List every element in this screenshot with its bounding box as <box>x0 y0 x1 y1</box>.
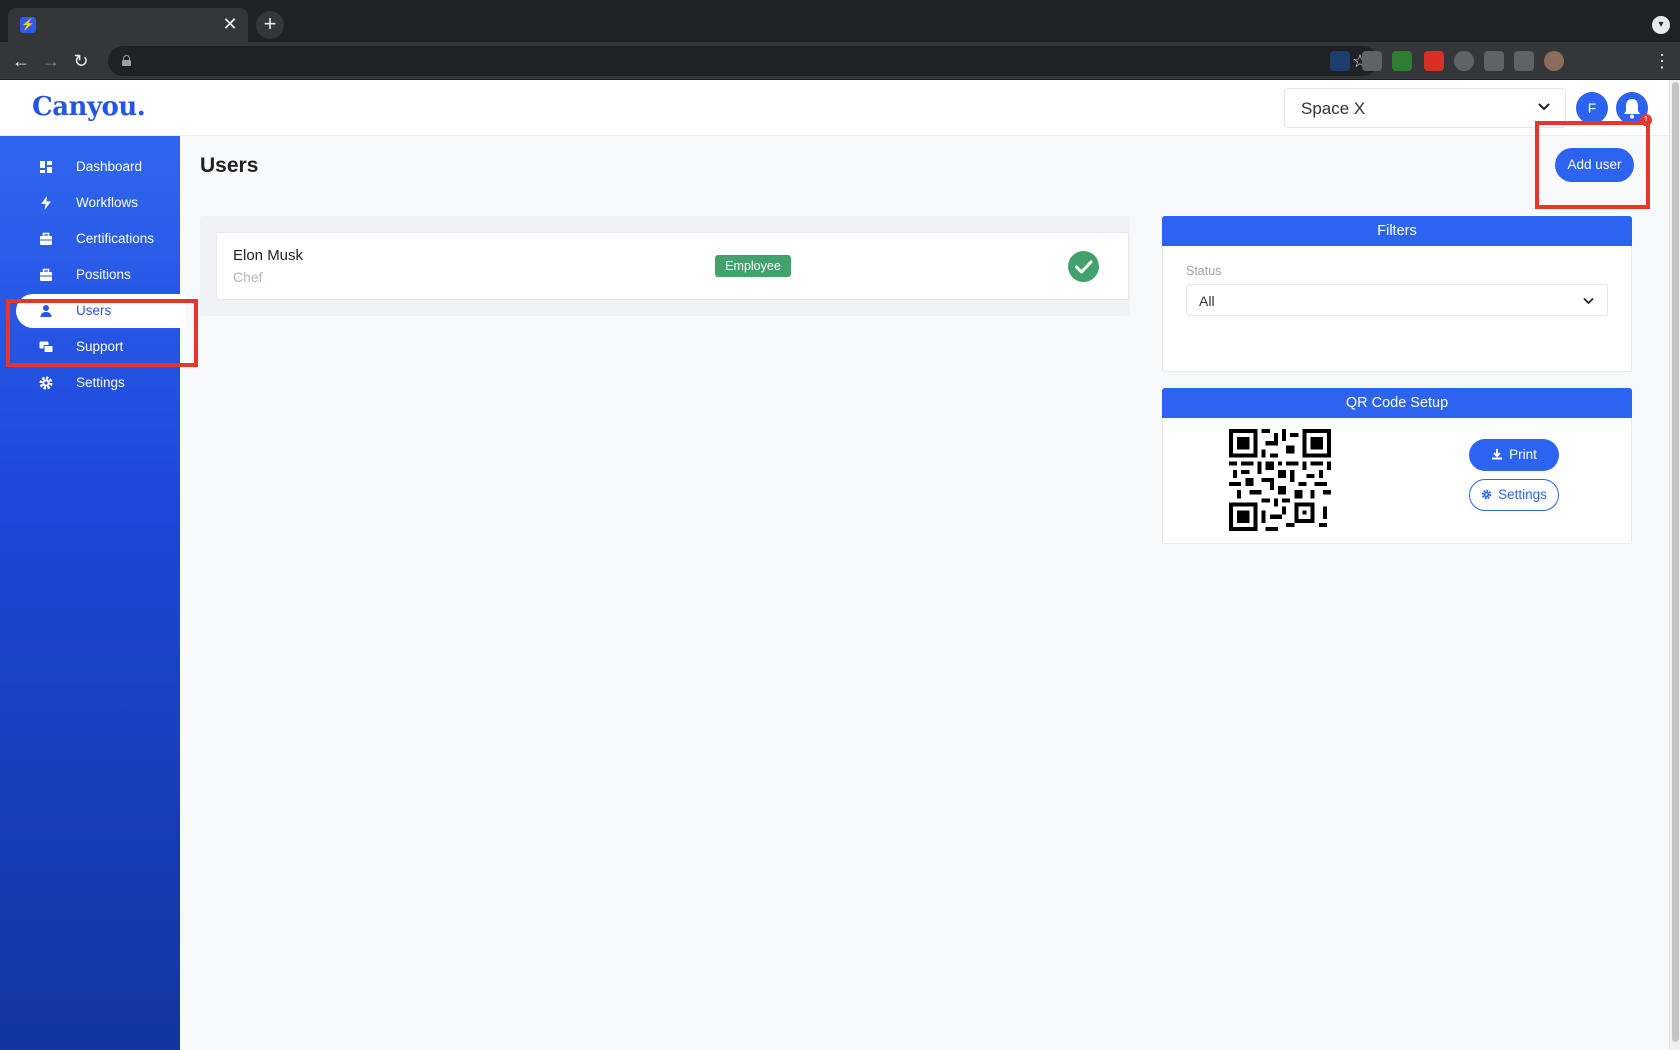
lock-icon <box>122 55 131 66</box>
sidebar-item-label: Positions <box>76 267 131 282</box>
tab-search-icon[interactable]: ▾ <box>1652 16 1670 34</box>
status-label: Status <box>1186 264 1222 278</box>
target-extension-icon[interactable] <box>1454 51 1474 71</box>
notifications-button[interactable]: 1 <box>1616 92 1652 126</box>
dashboard-icon <box>40 161 52 173</box>
users-list: Elon Musk Chef Employee <box>200 216 1130 316</box>
check-circle-icon <box>1068 251 1099 282</box>
sidebar-item-workflows[interactable]: Workflows <box>16 186 186 220</box>
chevron-down-icon <box>1583 297 1594 305</box>
forward-button[interactable]: → <box>40 50 62 72</box>
qr-code-image <box>1229 429 1331 531</box>
qr-settings-button[interactable]: Settings <box>1469 479 1559 511</box>
filters-title: Filters <box>1162 216 1632 246</box>
sidebar-item-certifications[interactable]: Certifications <box>16 222 186 256</box>
qr-code-title: QR Code Setup <box>1162 388 1632 418</box>
puzzle-extension-icon[interactable] <box>1484 51 1504 71</box>
browser-toolbar: ← → ↻ ☆ ⋮ <box>0 42 1680 80</box>
sidebar-item-dashboard[interactable]: Dashboard <box>16 150 186 184</box>
reload-button[interactable]: ↻ <box>70 50 92 72</box>
print-button[interactable]: Print <box>1469 439 1559 471</box>
employee-badge: Employee <box>715 255 791 277</box>
workspace-select[interactable]: Space X <box>1284 88 1566 128</box>
new-tab-button[interactable]: + <box>256 11 284 39</box>
profile-avatar-icon[interactable] <box>1544 51 1564 71</box>
sidebar-item-settings[interactable]: Settings <box>16 366 186 400</box>
status-select-value: All <box>1199 293 1215 309</box>
briefcase-icon <box>40 232 52 245</box>
filters-panel: Filters Status All <box>1162 216 1632 372</box>
user-role: Chef <box>233 269 263 285</box>
sidebar: Dashboard Workflows Certifications Posit… <box>0 136 186 1050</box>
sidebar-item-label: Settings <box>76 375 125 390</box>
canyou-logo[interactable]: Canyou. <box>32 92 146 122</box>
gear-icon <box>39 376 53 390</box>
add-user-highlight-box <box>1535 121 1650 209</box>
tab-close-icon[interactable]: ✕ <box>220 14 240 34</box>
scrollbar-thumb[interactable] <box>1672 82 1679 1042</box>
settings-label: Settings <box>1498 487 1547 502</box>
user-row[interactable]: Elon Musk Chef Employee <box>216 232 1129 300</box>
lightning-favicon-icon: ⚡ <box>20 17 36 33</box>
off-extension-icon[interactable] <box>1424 51 1444 71</box>
sidebar-item-label: Certifications <box>76 231 155 246</box>
chevron-down-icon <box>1538 103 1550 111</box>
qr-code-panel: QR Code Setup Print Settings <box>1162 388 1632 544</box>
user-name: Elon Musk <box>233 247 304 264</box>
user-avatar[interactable]: F <box>1576 92 1608 124</box>
page-scrollbar[interactable] <box>1669 80 1680 1050</box>
gear-icon <box>1481 489 1492 500</box>
download-icon <box>1492 449 1503 460</box>
briefcase-icon <box>40 268 52 281</box>
status-select[interactable]: All <box>1186 284 1608 316</box>
address-bar[interactable]: ☆ <box>108 46 1378 76</box>
print-label: Print <box>1509 447 1537 462</box>
browser-tab[interactable]: ⚡ ✕ <box>8 8 248 42</box>
main-content: Users Add user Elon Musk Chef Employee F… <box>180 136 1669 1050</box>
sidebar-item-label: Workflows <box>76 195 139 210</box>
workspace-select-value: Space X <box>1301 99 1366 118</box>
react-devtools-extension-icon[interactable] <box>1330 51 1350 71</box>
users-highlight-box <box>6 299 198 367</box>
chart-extension-icon[interactable] <box>1392 51 1412 71</box>
page-title: Users <box>200 154 259 177</box>
chrome-menu-icon[interactable]: ⋮ <box>1653 50 1671 72</box>
app-header: Canyou. Space X F 1 <box>0 80 1669 136</box>
playlist-extension-icon[interactable] <box>1514 51 1534 71</box>
sidebar-item-label: Dashboard <box>76 159 143 174</box>
pen-extension-icon[interactable] <box>1362 51 1382 71</box>
sidebar-item-positions[interactable]: Positions <box>16 258 186 292</box>
back-button[interactable]: ← <box>10 50 32 72</box>
lightning-icon <box>41 196 51 210</box>
browser-tab-bar: ⚡ ✕ + ▾ <box>0 0 1680 42</box>
